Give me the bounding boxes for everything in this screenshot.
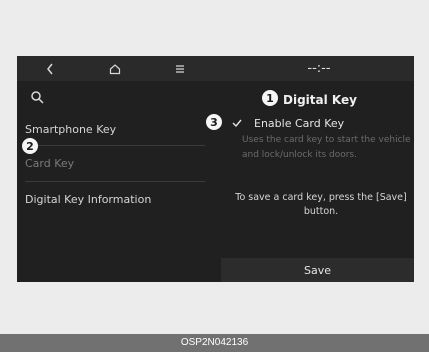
- divider: [25, 181, 205, 182]
- sidebar-item-card-key[interactable]: Card Key: [25, 157, 74, 170]
- home-button[interactable]: [105, 59, 125, 79]
- top-bar: --:--: [17, 56, 414, 81]
- chevron-left-icon: [46, 63, 53, 74]
- sidebar-item-digital-key-information[interactable]: Digital Key Information: [25, 193, 151, 206]
- description: Uses the card key to start the vehicle a…: [242, 135, 411, 160]
- figure-code: OSP2N042136: [0, 334, 429, 352]
- home-icon: [109, 63, 120, 74]
- infotainment-screen: --:-- Smartphone Key Card Key Digital Ke…: [17, 56, 414, 282]
- callout-3: 3: [206, 114, 222, 130]
- callout-1: 1: [262, 90, 278, 106]
- save-button[interactable]: Save: [221, 258, 414, 282]
- divider: [25, 145, 205, 146]
- nav-controls: [17, 56, 212, 81]
- sidebar: Smartphone Key Card Key Digital Key Info…: [17, 81, 212, 282]
- enable-card-key-label[interactable]: Enable Card Key: [254, 117, 344, 130]
- menu-button[interactable]: [170, 59, 190, 79]
- digital-key-panel: Digital Key Enable Card Key Uses the car…: [217, 81, 414, 282]
- checkmark-icon[interactable]: [232, 119, 242, 127]
- menu-icon: [175, 64, 184, 73]
- callout-2: 2: [22, 138, 38, 154]
- search-icon: [31, 91, 44, 104]
- save-instructions: To save a card key, press the [Save] but…: [235, 192, 407, 217]
- clock: --:--: [307, 61, 331, 76]
- search-button[interactable]: [31, 89, 44, 108]
- back-button[interactable]: [40, 59, 60, 79]
- sidebar-item-smartphone-key[interactable]: Smartphone Key: [25, 123, 116, 136]
- page-title: Digital Key: [283, 93, 357, 107]
